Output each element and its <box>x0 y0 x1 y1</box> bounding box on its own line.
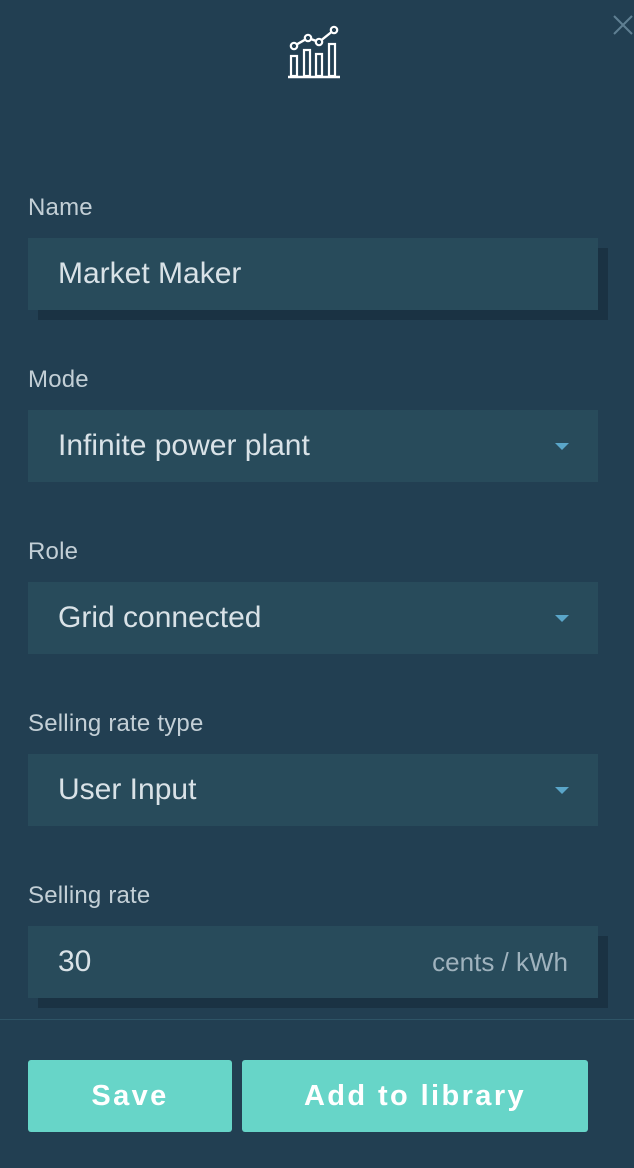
close-icon[interactable] <box>610 12 634 40</box>
chevron-down-icon <box>555 614 569 622</box>
analytics-chart-icon <box>286 24 342 80</box>
mode-select[interactable]: Infinite power plant <box>28 410 598 482</box>
name-input[interactable]: Market Maker <box>28 238 598 310</box>
selling-rate-unit: cents / kWh <box>432 946 568 977</box>
market-maker-settings-panel: Name Market Maker Mode Infinite power pl… <box>0 0 634 1168</box>
save-button[interactable]: Save <box>28 1060 232 1132</box>
footer-divider <box>0 1019 634 1020</box>
selling-rate-type-label: Selling rate type <box>28 710 204 737</box>
selling-rate-label: Selling rate <box>28 882 151 909</box>
chevron-down-icon <box>555 786 569 794</box>
mode-label: Mode <box>28 366 89 393</box>
selling-rate-type-select-value: User Input <box>58 773 197 806</box>
name-label: Name <box>28 194 93 221</box>
add-to-library-button[interactable]: Add to library <box>242 1060 588 1132</box>
name-input-value: Market Maker <box>58 257 242 290</box>
mode-select-value: Infinite power plant <box>58 429 310 462</box>
selling-rate-input-value: 30 <box>58 945 92 978</box>
role-select[interactable]: Grid connected <box>28 582 598 654</box>
chevron-down-icon <box>555 442 569 450</box>
role-select-value: Grid connected <box>58 601 262 634</box>
selling-rate-type-select[interactable]: User Input <box>28 754 598 826</box>
selling-rate-input[interactable]: 30 cents / kWh <box>28 926 598 998</box>
role-label: Role <box>28 538 79 565</box>
